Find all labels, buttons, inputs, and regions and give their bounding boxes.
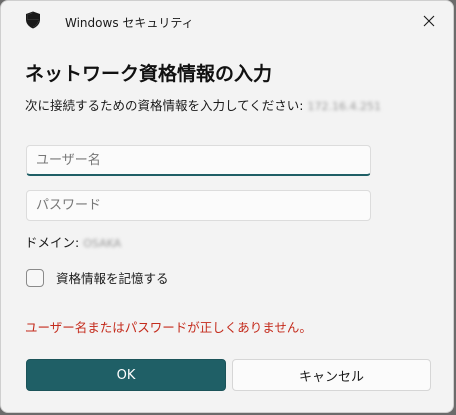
app-title: Windows セキュリティ	[65, 16, 194, 30]
close-icon	[423, 15, 435, 27]
domain-value: OSAKA	[83, 237, 122, 250]
remember-label: 資格情報を記憶する	[56, 271, 169, 286]
dialog-subtitle: 次に接続するための資格情報を入力してください: 172.16.4.251	[25, 97, 381, 116]
shield-icon	[26, 11, 40, 29]
dialog-heading: ネットワーク資格情報の入力	[25, 63, 273, 85]
password-input[interactable]	[26, 190, 371, 221]
error-message: ユーザー名またはパスワードが正しくありません。	[25, 320, 312, 335]
cancel-button[interactable]: キャンセル	[232, 359, 431, 391]
subtitle-text: 次に接続するための資格情報を入力してください:	[25, 98, 304, 113]
credential-dialog: Windows セキュリティ ネットワーク資格情報の入力 次に接続するための資格…	[0, 0, 454, 413]
server-address: 172.16.4.251	[307, 100, 381, 113]
domain-label: ドメイン:	[25, 235, 80, 250]
remember-credentials[interactable]: 資格情報を記憶する	[26, 268, 169, 287]
ok-button[interactable]: OK	[26, 359, 226, 391]
username-input[interactable]	[26, 145, 371, 176]
title-bar[interactable]: Windows セキュリティ	[1, 1, 453, 37]
close-button[interactable]	[415, 9, 443, 33]
domain-line: ドメイン: OSAKA	[25, 234, 121, 253]
remember-checkbox[interactable]	[26, 268, 44, 287]
